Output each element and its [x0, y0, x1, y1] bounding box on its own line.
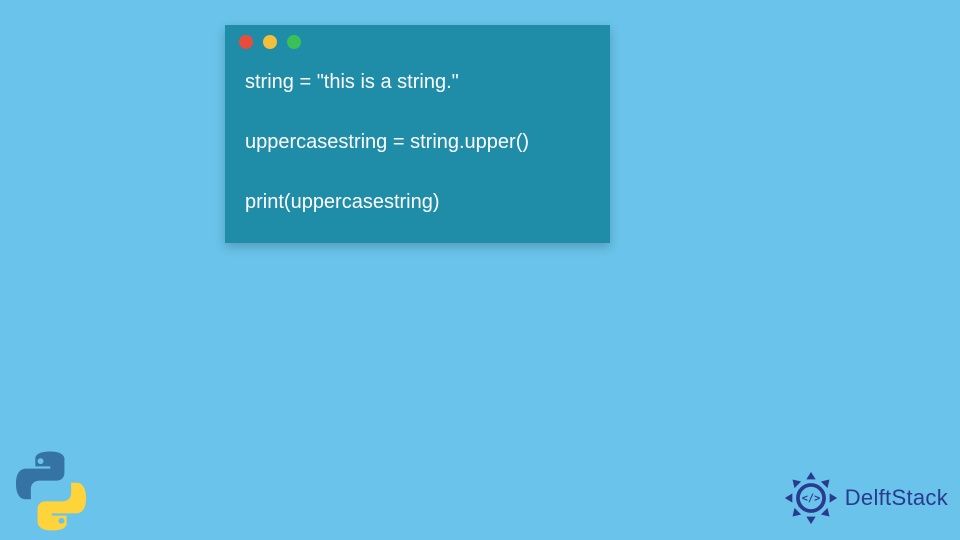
close-dot-icon	[239, 35, 253, 49]
svg-text:</>: </>	[801, 493, 820, 505]
delftstack-emblem-icon: </>	[783, 470, 839, 526]
code-body: string = "this is a string." uppercasest…	[225, 59, 610, 243]
code-line: print(uppercasestring)	[245, 187, 590, 217]
code-window: string = "this is a string." uppercasest…	[225, 25, 610, 243]
code-blank	[245, 157, 590, 187]
code-line: uppercasestring = string.upper()	[245, 127, 590, 157]
minimize-dot-icon	[263, 35, 277, 49]
code-line: string = "this is a string."	[245, 67, 590, 97]
delftstack-text: DelftStack	[845, 485, 948, 511]
delftstack-logo: </> DelftStack	[783, 470, 948, 526]
code-blank	[245, 97, 590, 127]
window-titlebar	[225, 25, 610, 59]
maximize-dot-icon	[287, 35, 301, 49]
python-logo-icon	[10, 450, 92, 532]
